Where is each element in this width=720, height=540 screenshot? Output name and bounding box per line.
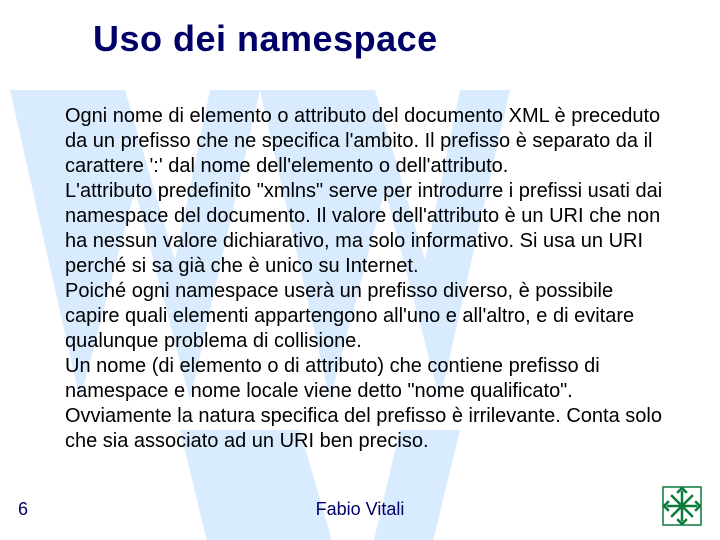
logo-icon — [662, 486, 702, 526]
slide: Uso dei namespace Ogni nome di elemento … — [0, 0, 720, 540]
slide-title: Uso dei namespace — [93, 18, 438, 60]
paragraph: L'attributo predefinito "xmlns" serve pe… — [65, 179, 665, 279]
paragraph: Ogni nome di elemento o attributo del do… — [65, 104, 665, 179]
paragraph: Poiché ogni namespace userà un prefisso … — [65, 279, 665, 354]
footer-author: Fabio Vitali — [0, 499, 720, 520]
paragraph: Un nome (di elemento o di attributo) che… — [65, 354, 665, 454]
slide-body: Ogni nome di elemento o attributo del do… — [65, 104, 665, 454]
